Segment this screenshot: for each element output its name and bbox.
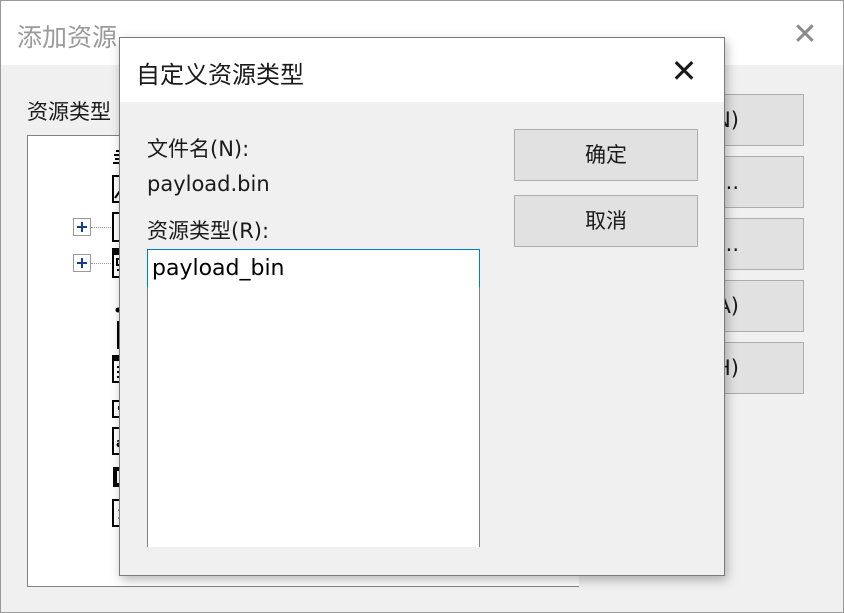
custom-resource-type-titlebar: 自定义资源类型 ✕ [120, 38, 724, 102]
dialog-title: 自定义资源类型 [136, 61, 304, 89]
close-icon[interactable]: ✕ [664, 52, 704, 90]
filename-value: payload.bin [147, 172, 270, 196]
custom-resource-type-dialog: 自定义资源类型 ✕ 文件名(N): payload.bin 资源类型(R): 确… [119, 37, 725, 576]
filename-label: 文件名(N): [147, 137, 250, 161]
tree-connector [91, 227, 111, 228]
resource-type-input[interactable] [148, 250, 479, 287]
resource-type-tree-label: 资源类型 [27, 100, 111, 124]
add-resource-title: 添加资源 [17, 23, 118, 52]
resource-type-list[interactable] [147, 287, 480, 547]
tree-connector [91, 263, 111, 264]
resource-type-combobox[interactable] [147, 249, 480, 288]
resource-type-label: 资源类型(R): [147, 219, 270, 243]
add-resource-close-icon[interactable]: ✕ [787, 17, 823, 53]
cancel-button[interactable]: 取消 [514, 195, 698, 247]
dialog-expand-icon[interactable] [73, 254, 91, 272]
ok-button[interactable]: 确定 [514, 129, 698, 181]
cursor-expand-icon[interactable] [73, 218, 91, 236]
